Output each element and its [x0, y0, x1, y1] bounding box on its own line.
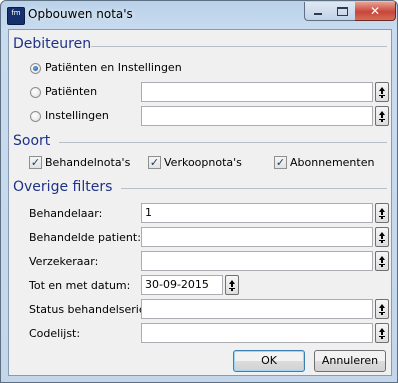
codelijst-field[interactable] [141, 323, 373, 343]
section-debiteuren: Debiteuren [13, 36, 92, 52]
label-behandelaar: Behandelaar: [29, 207, 103, 220]
section-overige-filters: Overige filters [13, 179, 113, 195]
label-status-behandelserie: Status behandelserie: [29, 303, 150, 316]
app-icon: fm [7, 7, 25, 25]
window-title: Opbouwen nota's [28, 7, 133, 21]
radio-patienten-en-instellingen[interactable] [30, 63, 41, 74]
behandelde-patient-field[interactable] [141, 227, 373, 247]
checkbox-label-verkoopnotas[interactable]: Verkoopnota's [164, 156, 242, 169]
label-codelijst: Codelijst: [29, 327, 81, 340]
codelijst-lookup-button[interactable] [375, 323, 389, 343]
ok-button[interactable]: OK [233, 350, 305, 372]
status-behandelserie-lookup-button[interactable] [375, 299, 389, 319]
label-tot-en-met-datum: Tot en met datum: [29, 279, 131, 292]
behandelde-patient-lookup-button[interactable] [375, 227, 389, 247]
verzekeraar-field[interactable] [141, 251, 373, 271]
status-behandelserie-field[interactable] [141, 299, 373, 319]
checkbox-abonnementen[interactable]: ✓ [274, 156, 287, 169]
annuleren-button[interactable]: Annuleren [314, 350, 386, 372]
instellingen-lookup-button[interactable] [375, 106, 389, 126]
label-behandelde-patient: Behandelde patient: [29, 231, 141, 244]
radio-patienten[interactable] [30, 87, 41, 98]
dialog-window: fm Opbouwen nota's ✕ Debiteuren Patiënte… [0, 0, 398, 383]
behandelaar-field[interactable]: 1 [141, 203, 373, 223]
section-divider [91, 46, 387, 47]
checkbox-label-behandelnotas[interactable]: Behandelnota's [45, 156, 130, 169]
verzekeraar-lookup-button[interactable] [375, 251, 389, 271]
close-button[interactable]: ✕ [355, 2, 396, 21]
radio-label-patienten-en-instellingen[interactable]: Patiënten en Instellingen [45, 61, 182, 74]
app-icon-text: fm [11, 9, 21, 17]
behandelaar-lookup-button[interactable] [375, 203, 389, 223]
radio-label-patienten[interactable]: Patiënten [45, 85, 97, 98]
dialog-body: Debiteuren Patiënten en Instellingen Pat… [8, 29, 392, 376]
datum-field[interactable]: 30-09-2015 [141, 275, 223, 295]
label-verzekeraar: Verzekeraar: [29, 255, 99, 268]
instellingen-field[interactable] [141, 106, 373, 126]
checkbox-verkoopnotas[interactable]: ✓ [148, 156, 161, 169]
radio-instellingen[interactable] [30, 111, 41, 122]
patienten-field[interactable] [141, 82, 373, 102]
checkbox-behandelnotas[interactable]: ✓ [29, 156, 42, 169]
minimize-icon [314, 13, 322, 15]
title-bar[interactable]: fm Opbouwen nota's ✕ [1, 1, 397, 28]
close-icon: ✕ [369, 4, 381, 18]
maximize-button[interactable] [330, 2, 356, 21]
section-divider [59, 142, 387, 143]
checkbox-label-abonnementen[interactable]: Abonnementen [290, 156, 374, 169]
section-divider [121, 188, 387, 189]
radio-label-instellingen[interactable]: Instellingen [45, 109, 109, 122]
minimize-button[interactable] [304, 2, 332, 21]
maximize-icon [337, 6, 348, 16]
section-soort: Soort [13, 133, 51, 149]
patienten-lookup-button[interactable] [375, 82, 389, 102]
datum-picker-button[interactable] [225, 275, 239, 295]
